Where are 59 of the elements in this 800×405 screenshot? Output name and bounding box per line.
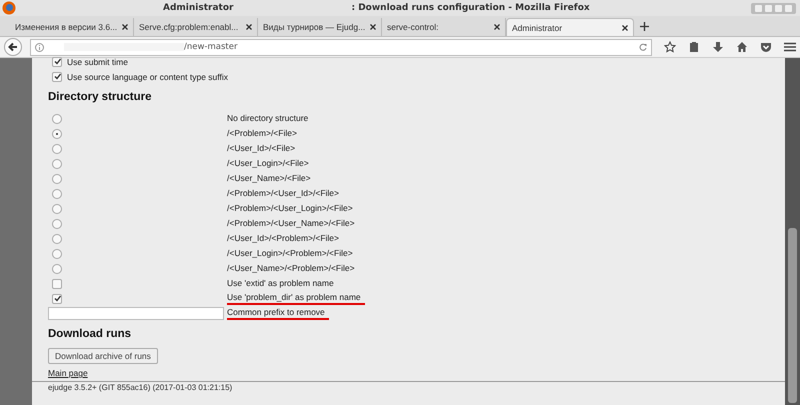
option-label: /<User_Name>/<File> <box>227 173 311 184</box>
clipboard-icon[interactable] <box>688 41 700 53</box>
close-icon[interactable] <box>494 24 500 30</box>
checkbox[interactable] <box>52 278 62 288</box>
close-icon[interactable] <box>370 24 376 30</box>
close-icon[interactable] <box>622 24 628 30</box>
option-label: /<Problem>/<File> <box>227 128 297 139</box>
browser-tab[interactable]: Administrator <box>506 18 634 36</box>
radio-button[interactable] <box>52 174 62 184</box>
back-button[interactable] <box>4 38 22 56</box>
option-label: /<User_Login>/<Problem>/<File> <box>227 248 353 259</box>
radio-button[interactable] <box>52 218 62 228</box>
close-icon[interactable] <box>122 24 128 30</box>
option-label: /<Problem>/<User_Name>/<File> <box>227 218 355 229</box>
home-icon[interactable] <box>736 41 748 53</box>
scrollbar[interactable] <box>785 58 800 405</box>
menu-icon[interactable] <box>784 42 796 52</box>
radio-button[interactable] <box>52 204 62 214</box>
option-label: /<User_Name>/<Problem>/<File> <box>227 263 355 274</box>
option-label: /<Problem>/<User_Login>/<File> <box>227 203 353 214</box>
radio-button[interactable] <box>52 144 62 154</box>
window-title: Administrator <box>163 3 234 13</box>
back-arrow-icon <box>7 41 19 53</box>
address-field[interactable]: /new-master <box>30 38 652 56</box>
checkbox[interactable] <box>52 294 62 304</box>
pocket-icon[interactable] <box>760 41 772 53</box>
new-tab-icon[interactable] <box>640 22 649 31</box>
section-heading: Directory structure <box>48 91 153 103</box>
option-label: Use source language or content type suffix <box>67 72 228 82</box>
download-button[interactable]: Download archive of runs <box>48 348 158 364</box>
radio-button[interactable] <box>52 114 62 124</box>
radio-button[interactable] <box>52 264 62 274</box>
radio-button[interactable] <box>52 128 62 138</box>
star-icon[interactable] <box>664 41 676 53</box>
reload-icon[interactable] <box>639 43 647 51</box>
window-title: : Download runs configuration - Mozilla Firefox <box>351 3 590 13</box>
main-page-link[interactable]: Main page <box>48 368 88 378</box>
download-icon[interactable] <box>712 41 724 53</box>
close-icon[interactable] <box>246 24 252 30</box>
section-heading: Download runs <box>48 328 132 340</box>
radio-button[interactable] <box>52 188 62 198</box>
checkbox[interactable] <box>52 56 62 66</box>
option-label: No directory structure <box>227 113 308 124</box>
option-label: Use 'extid' as problem name <box>227 278 334 289</box>
option-label: Use submit time <box>67 56 128 66</box>
input-field[interactable] <box>48 307 224 320</box>
option-label: Common prefix to remove <box>227 307 329 320</box>
option-label: /<Problem>/<User_Id>/<File> <box>227 188 339 199</box>
option-label: /<User_Id>/<Problem>/<File> <box>227 233 339 244</box>
option-label: Use 'problem_dir' as problem name <box>227 292 365 305</box>
radio-button[interactable] <box>52 234 62 244</box>
checkbox[interactable] <box>52 72 62 82</box>
radio-button[interactable] <box>52 158 62 168</box>
footer-text: ejudge 3.5.2+ (GIT 855ac16) (2017-01-03 01:21:15) <box>32 381 785 393</box>
radio-button[interactable] <box>52 248 62 258</box>
option-label: /<User_Id>/<File> <box>227 143 296 154</box>
info-icon <box>35 42 44 52</box>
option-label: /<User_Login>/<File> <box>227 158 309 169</box>
browser-logo-icon <box>2 1 16 15</box>
